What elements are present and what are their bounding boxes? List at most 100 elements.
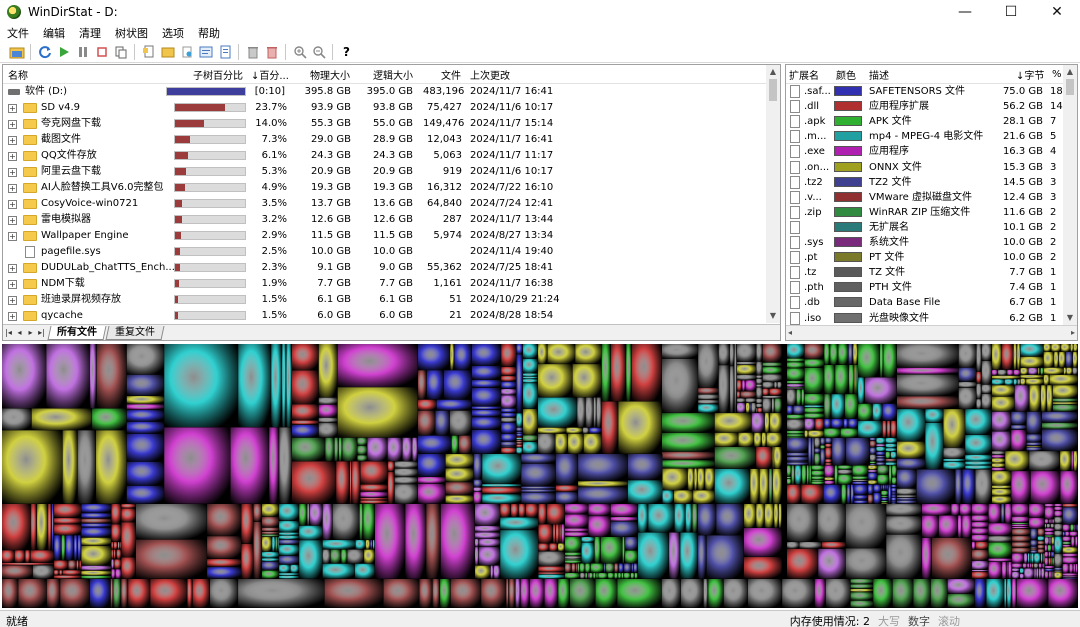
treemap-tile[interactable]	[116, 549, 122, 559]
treemap-tile[interactable]	[1039, 367, 1041, 375]
treemap-tile[interactable]	[68, 560, 77, 570]
treemap-tile[interactable]	[774, 504, 779, 528]
expand-icon[interactable]: +	[8, 120, 17, 129]
stop-icon[interactable]	[93, 43, 110, 60]
treemap-tile[interactable]	[1073, 564, 1076, 573]
treemap-tile[interactable]	[2, 408, 32, 430]
expand-icon[interactable]: +	[8, 216, 17, 225]
treemap-tile[interactable]	[1030, 553, 1032, 564]
treemap-tile[interactable]	[869, 463, 876, 466]
treemap-tile[interactable]	[2, 579, 18, 608]
treemap-tile[interactable]	[1011, 425, 1027, 430]
treemap-tile[interactable]	[981, 394, 992, 409]
treemap-tile[interactable]	[778, 504, 782, 528]
treemap-tile[interactable]	[62, 430, 78, 504]
treemap-tile[interactable]	[1037, 549, 1045, 554]
column-extension-header[interactable]: 扩展名	[789, 65, 819, 83]
treemap-tile[interactable]	[1012, 526, 1029, 529]
treemap-tile[interactable]	[1054, 510, 1063, 517]
table-row[interactable]: + DUDULab_ChatTTS_Ench... 2.3% 9.1 GB 9.0 GB…	[3, 260, 766, 276]
treemap-tile[interactable]	[804, 405, 824, 408]
treemap-tile[interactable]	[1012, 535, 1031, 542]
treemap-tile[interactable]	[334, 437, 339, 462]
treemap-tile[interactable]	[572, 364, 602, 398]
treemap-tile[interactable]	[869, 447, 876, 455]
treemap-tile[interactable]	[1065, 351, 1073, 368]
treemap-tile[interactable]	[955, 469, 963, 504]
treemap-tile[interactable]	[820, 445, 826, 449]
treemap-tile[interactable]	[475, 525, 500, 532]
treemap-tile[interactable]	[1060, 471, 1078, 504]
treemap-tile[interactable]	[318, 344, 338, 398]
treemap-tile[interactable]	[14, 550, 25, 563]
table-row[interactable]: + SD v4.9 23.7% 93.9 GB 93.8 GB 75,427 2024/11…	[3, 100, 766, 116]
treemap-tile[interactable]	[736, 361, 756, 365]
treemap-tile[interactable]	[1002, 561, 1007, 579]
extension-horizontal-scrollbar[interactable]: ◂ ▸	[786, 325, 1077, 340]
treemap-tile[interactable]	[521, 486, 556, 489]
treemap-tile[interactable]	[625, 550, 638, 564]
treemap-tile[interactable]	[595, 579, 618, 608]
treemap-tile[interactable]	[365, 540, 370, 550]
treemap-tile[interactable]	[762, 362, 782, 367]
treemap-tile[interactable]	[522, 373, 538, 377]
treemap-tile[interactable]	[111, 559, 114, 569]
treemap-tile[interactable]	[79, 560, 80, 570]
treemap-tile[interactable]	[426, 504, 441, 579]
treemap-tile[interactable]	[687, 468, 694, 490]
treemap-tile[interactable]	[1041, 568, 1045, 579]
treemap-tile[interactable]	[988, 523, 1012, 536]
treemap-tile[interactable]	[61, 535, 66, 561]
treemap-tile[interactable]	[638, 532, 669, 579]
treemap-tile[interactable]	[253, 522, 262, 579]
treemap-tile[interactable]	[471, 344, 501, 366]
treemap-tile[interactable]	[279, 575, 299, 579]
treemap-tile[interactable]	[892, 465, 897, 477]
treemap-tile[interactable]	[992, 411, 1011, 432]
treemap-tile[interactable]	[565, 556, 582, 560]
treemap-tile[interactable]	[787, 541, 800, 549]
table-row[interactable]: + 班迪录屏视频存放 1.5% 6.1 GB 6.1 GB 51 2024/10/29 21…	[3, 292, 766, 308]
treemap-tile[interactable]	[522, 358, 538, 373]
treemap-tile[interactable]	[1062, 553, 1078, 557]
treemap-tile[interactable]	[1020, 378, 1026, 385]
treemap-tile[interactable]	[1042, 563, 1043, 569]
treemap-tile[interactable]	[1075, 524, 1077, 532]
treemap-tile[interactable]	[762, 374, 782, 382]
treemap-tile[interactable]	[897, 497, 917, 500]
treemap-tile[interactable]	[774, 382, 778, 389]
treemap-tile[interactable]	[824, 480, 835, 485]
treemap-tile[interactable]	[516, 413, 523, 428]
treemap-tile[interactable]	[1062, 564, 1069, 573]
treemap-tile[interactable]	[121, 557, 136, 579]
treemap-tile[interactable]	[850, 484, 852, 504]
treemap-tile[interactable]	[662, 432, 715, 452]
treemap-tile[interactable]	[471, 429, 501, 454]
treemap-tile[interactable]	[787, 430, 805, 434]
treemap-tile[interactable]	[852, 479, 868, 482]
treemap-tile[interactable]	[869, 454, 876, 462]
expand-icon[interactable]: +	[8, 184, 17, 193]
treemap-tile[interactable]	[756, 398, 763, 404]
treemap-tile[interactable]	[405, 504, 426, 579]
treemap-tile[interactable]	[943, 409, 965, 448]
treemap-tile[interactable]	[538, 543, 549, 552]
treemap-tile[interactable]	[854, 499, 868, 501]
treemap-tile[interactable]	[77, 535, 82, 561]
treemap-tile[interactable]	[126, 344, 164, 375]
treemap-tile[interactable]	[621, 572, 624, 579]
treemap-tile[interactable]	[81, 523, 112, 528]
treemap-tile[interactable]	[1062, 504, 1078, 507]
treemap-tile[interactable]	[65, 535, 74, 561]
treemap-tile[interactable]	[891, 501, 897, 503]
treemap-tile[interactable]	[279, 555, 299, 565]
treemap-tile[interactable]	[1044, 545, 1048, 552]
treemap-tile[interactable]	[1054, 524, 1063, 531]
treemap-tile[interactable]	[262, 551, 279, 558]
treemap-tile[interactable]	[1044, 565, 1055, 569]
treemap-tile[interactable]	[740, 391, 756, 398]
treemap-tile[interactable]	[338, 437, 342, 462]
treemap-tile[interactable]	[292, 404, 319, 421]
treemap-tile[interactable]	[292, 437, 325, 462]
treemap-tile[interactable]	[787, 387, 805, 389]
